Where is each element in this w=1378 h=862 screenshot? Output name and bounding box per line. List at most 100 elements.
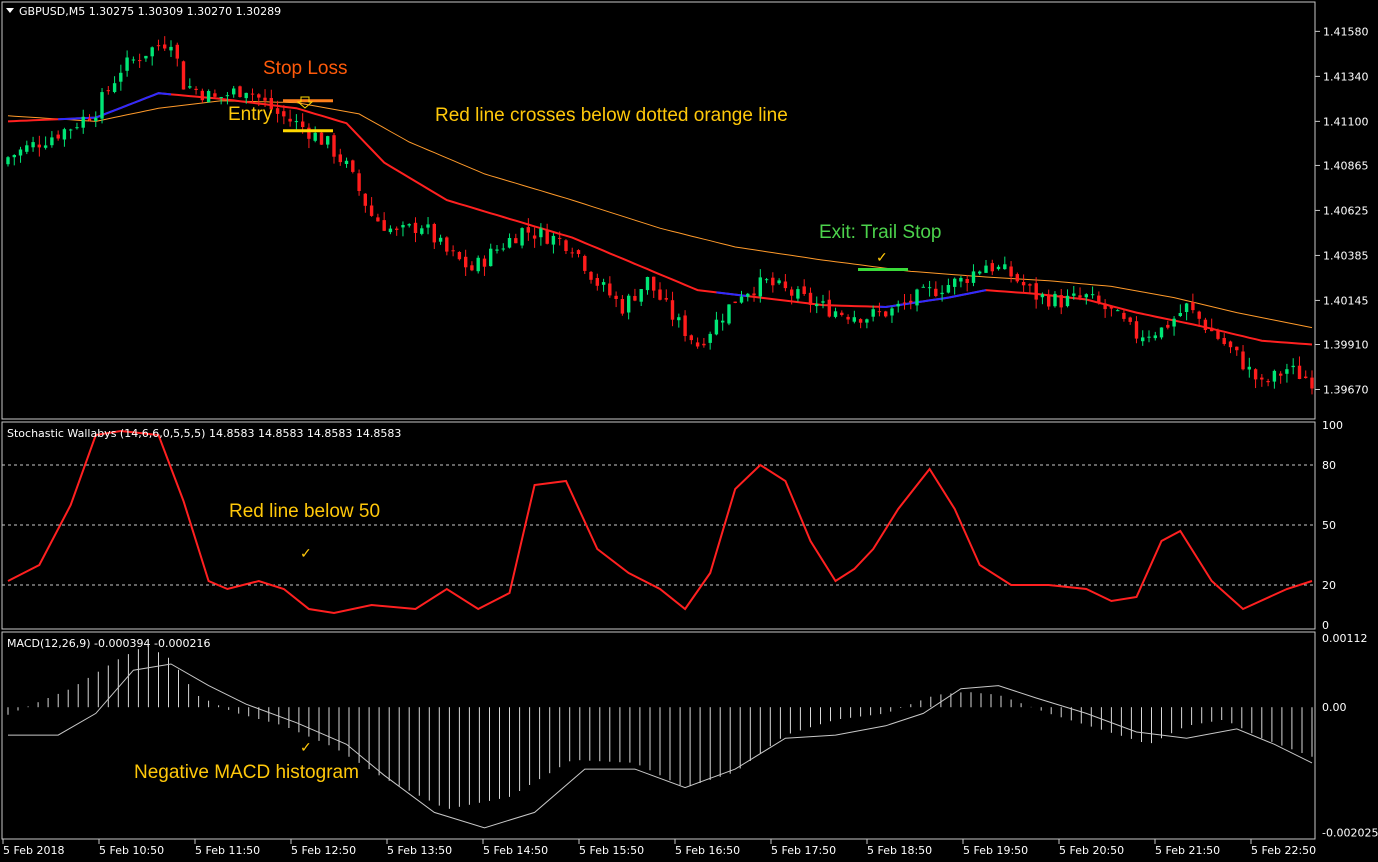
candle-body: [188, 86, 192, 88]
candle-body: [25, 145, 29, 152]
candle-body: [319, 132, 324, 145]
candle-body: [175, 44, 179, 59]
candle-body: [1235, 346, 1239, 351]
candle-body: [12, 155, 16, 158]
price-tick-label: 1.40625: [1323, 204, 1369, 217]
candle-body: [263, 97, 267, 101]
candle-body: [1153, 335, 1157, 339]
candle-body: [833, 311, 838, 317]
candle-body: [1260, 377, 1264, 380]
candle-body: [790, 289, 794, 296]
candle-body: [1040, 294, 1045, 298]
candle-body: [815, 304, 819, 307]
candle-body: [464, 256, 468, 268]
stoch-tick-label: 20: [1322, 579, 1336, 592]
candle-body: [232, 88, 236, 95]
candle-body: [438, 237, 443, 242]
time-tick-label: 5 Feb 15:50: [579, 844, 644, 857]
cross-annotation: Red line crosses below dotted orange lin…: [435, 105, 788, 126]
price-tick-label: 1.39910: [1323, 339, 1369, 352]
stoch-check-icon: ✓: [300, 545, 312, 561]
candle-body: [858, 319, 863, 323]
candle-body: [1009, 266, 1013, 277]
ema-fast-bullish-segment: [58, 92, 172, 121]
candle-body: [652, 276, 656, 291]
candle-body: [62, 129, 67, 140]
candle-body: [1097, 295, 1101, 304]
candle-body: [344, 160, 349, 164]
candle-body: [683, 315, 687, 336]
candle-body: [777, 280, 781, 284]
candle-body: [56, 134, 60, 139]
candle-body: [181, 61, 186, 90]
candle-body: [1197, 311, 1201, 319]
candle-body: [1090, 294, 1095, 296]
candle-body: [1172, 318, 1176, 327]
time-tick-label: 5 Feb 18:50: [867, 844, 932, 857]
candle-body: [1159, 327, 1164, 338]
candle-body: [376, 217, 380, 222]
candle-body: [1015, 274, 1019, 282]
candle-body: [451, 250, 455, 252]
time-tick-label: 5 Feb 11:50: [195, 844, 260, 857]
stoch-line: [7, 429, 1313, 615]
price-tick-label: 1.41580: [1323, 25, 1369, 38]
candle-body: [764, 279, 769, 281]
symbol-dropdown-icon[interactable]: [6, 8, 14, 13]
candle-body: [877, 311, 882, 313]
time-tick-label: 5 Feb 16:50: [675, 844, 740, 857]
candle-body: [583, 256, 587, 271]
candle-body: [708, 333, 712, 343]
candle-body: [902, 302, 907, 304]
macd-panel-frame: [1, 631, 1316, 840]
candle-body: [213, 93, 217, 97]
candle-body: [507, 238, 512, 248]
candle-body: [1178, 313, 1182, 316]
candle-body: [338, 154, 342, 163]
candle-body: [1109, 306, 1114, 309]
candle-body: [595, 278, 599, 286]
price-tick-label: 1.40385: [1323, 249, 1369, 262]
candle-body: [909, 300, 913, 303]
candle-body: [219, 97, 223, 98]
sell-arrow-icon: [296, 96, 314, 109]
candle-body: [921, 286, 925, 288]
candle-body: [119, 72, 123, 82]
price-tick-label: 1.41100: [1323, 115, 1369, 128]
candle-body: [1034, 283, 1038, 300]
candle-body: [351, 160, 355, 172]
candle-body: [627, 295, 631, 313]
candle-body: [664, 298, 668, 300]
candle-body: [1279, 373, 1283, 376]
candle-body: [601, 282, 606, 285]
time-tick-label: 5 Feb 10:50: [99, 844, 164, 857]
candle-body: [37, 144, 41, 148]
candle-body: [163, 44, 167, 49]
candle-body: [990, 263, 994, 272]
candle-body: [294, 121, 299, 123]
candle-body: [576, 250, 581, 254]
candle-body: [426, 224, 430, 228]
candle-body: [1166, 324, 1170, 328]
time-tick-label: 5 Feb 20:50: [1059, 844, 1124, 857]
candle-body: [1184, 303, 1189, 312]
candle-body: [50, 137, 54, 146]
candle-body: [1116, 310, 1120, 312]
candle-body: [1191, 302, 1195, 311]
candle-body: [112, 83, 117, 92]
candle-body: [407, 224, 411, 226]
candle-body: [1203, 319, 1208, 330]
candle-body: [495, 249, 499, 251]
candle-body: [689, 335, 693, 341]
ema-fast-bullish-segment: [716, 291, 748, 298]
candle-body: [382, 220, 386, 231]
candle-body: [614, 295, 618, 299]
candle-body: [934, 288, 938, 296]
candle-body: [721, 320, 725, 323]
candle-body: [802, 286, 806, 294]
main-header: GBPUSD,M5 1.30275 1.30309 1.30270 1.3028…: [19, 5, 281, 18]
macd-tick-label: -0.002025: [1322, 826, 1378, 839]
candle-body: [326, 136, 330, 145]
candle-body: [288, 118, 292, 122]
candle-body: [131, 59, 136, 61]
